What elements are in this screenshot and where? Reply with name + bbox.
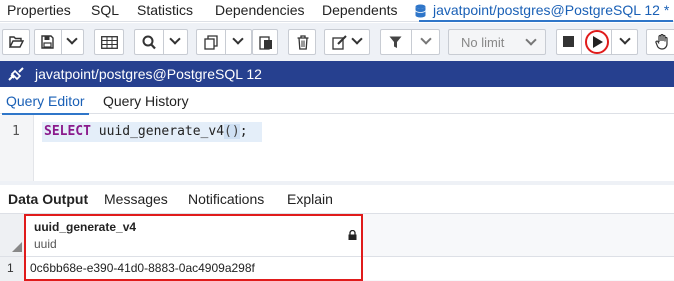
row-number: 1 [7, 261, 14, 275]
code-line[interactable]: SELECT uuid_generate_v4(); [44, 124, 248, 139]
chevron-down-icon[interactable] [169, 33, 181, 45]
column-type: uuid [34, 237, 57, 251]
uuid-cell[interactable]: 0c6bb68e-e390-41d0-8883-0ac4909a298f [30, 261, 255, 275]
sql-terminator: ; [239, 124, 248, 139]
row-limit-select[interactable]: No limit [448, 29, 546, 55]
tab-dependencies[interactable]: Dependencies [215, 2, 305, 18]
divider [163, 30, 164, 54]
pan-button[interactable] [646, 29, 674, 55]
tab-notifications[interactable]: Notifications [188, 191, 264, 207]
view-data-button[interactable] [94, 29, 124, 55]
column-name: uuid_generate_v4 [34, 220, 137, 234]
sql-function-name: uuid_generate_v4 [98, 124, 225, 139]
save-button-group [34, 29, 84, 55]
active-tab-indicator [419, 20, 674, 22]
sql-parens: () [224, 124, 240, 139]
line-number: 1 [12, 124, 20, 139]
tab-dependents[interactable]: Dependents [322, 2, 398, 18]
row-limit-value: No limit [461, 35, 505, 50]
tab-properties[interactable]: Properties [7, 2, 71, 18]
delete-icon [297, 35, 309, 50]
chevron-down-icon[interactable] [66, 33, 78, 45]
edit-button-group [324, 29, 370, 55]
chevron-down-icon [525, 34, 537, 46]
stop-icon[interactable] [563, 36, 574, 47]
edit-icon[interactable] [332, 35, 348, 50]
divider [411, 30, 412, 54]
hand-icon [655, 34, 668, 50]
row-header[interactable]: 1 [0, 257, 26, 281]
line-number-gutter: 1 [0, 115, 34, 181]
grid-corner[interactable] [0, 214, 26, 256]
database-icon [415, 4, 426, 18]
divider [61, 30, 62, 54]
search-icon[interactable] [142, 35, 156, 50]
tab-messages[interactable]: Messages [104, 191, 168, 207]
editor-tab-bar: Query Editor Query History [0, 88, 674, 115]
table-icon [101, 36, 118, 49]
tab-query-tool-label: javatpoint/postgres@PostgreSQL 12 * [433, 2, 670, 18]
connection-title: javatpoint/postgres@PostgreSQL 12 [35, 66, 262, 82]
connection-bar: javatpoint/postgres@PostgreSQL 12 [0, 61, 674, 87]
connection-icon[interactable] [6, 65, 26, 83]
chevron-down-icon[interactable] [232, 33, 244, 45]
result-grid: uuid_generate_v4 uuid 1 0c6bb68e-e390-41… [0, 213, 674, 281]
output-tab-bar: Data Output Messages Notifications Expla… [0, 185, 674, 212]
open-file-button[interactable] [2, 29, 30, 55]
paste-button[interactable] [252, 29, 278, 55]
sql-keyword: SELECT [44, 124, 91, 139]
chevron-down-icon[interactable] [420, 33, 432, 45]
table-row[interactable]: 1 0c6bb68e-e390-41d0-8883-0ac4909a298f [0, 256, 674, 281]
chevron-down-icon[interactable] [351, 33, 363, 45]
tab-statistics[interactable]: Statistics [137, 2, 193, 18]
tab-query-editor[interactable]: Query Editor [2, 93, 89, 115]
copy-button-group [196, 29, 252, 55]
panel-tab-bar: Properties SQL Statistics Dependencies D… [0, 0, 674, 22]
tab-sql[interactable]: SQL [91, 2, 119, 18]
open-folder-icon [9, 36, 24, 48]
delete-button[interactable] [288, 29, 316, 55]
chevron-down-icon[interactable] [619, 33, 631, 45]
tab-data-output[interactable]: Data Output [8, 191, 88, 207]
tab-explain[interactable]: Explain [287, 191, 333, 207]
divider [611, 30, 612, 54]
find-button-group [134, 29, 188, 55]
column-header[interactable]: uuid_generate_v4 uuid [26, 214, 362, 256]
copy-icon[interactable] [204, 35, 219, 50]
filter-icon[interactable] [389, 36, 402, 49]
divider [581, 30, 582, 54]
filter-button-group [380, 29, 440, 55]
lock-icon [348, 230, 357, 240]
select-all-icon [12, 242, 22, 252]
tab-query-tool[interactable]: javatpoint/postgres@PostgreSQL 12 * [419, 2, 674, 22]
divider [225, 30, 226, 54]
tab-query-history[interactable]: Query History [103, 93, 189, 109]
tab-query-editor-label: Query Editor [6, 93, 85, 109]
save-icon[interactable] [41, 35, 54, 49]
paste-icon [259, 36, 272, 50]
execute-highlight-circle [585, 30, 609, 54]
sql-editor[interactable]: 1 SELECT uuid_generate_v4(); [0, 115, 674, 181]
